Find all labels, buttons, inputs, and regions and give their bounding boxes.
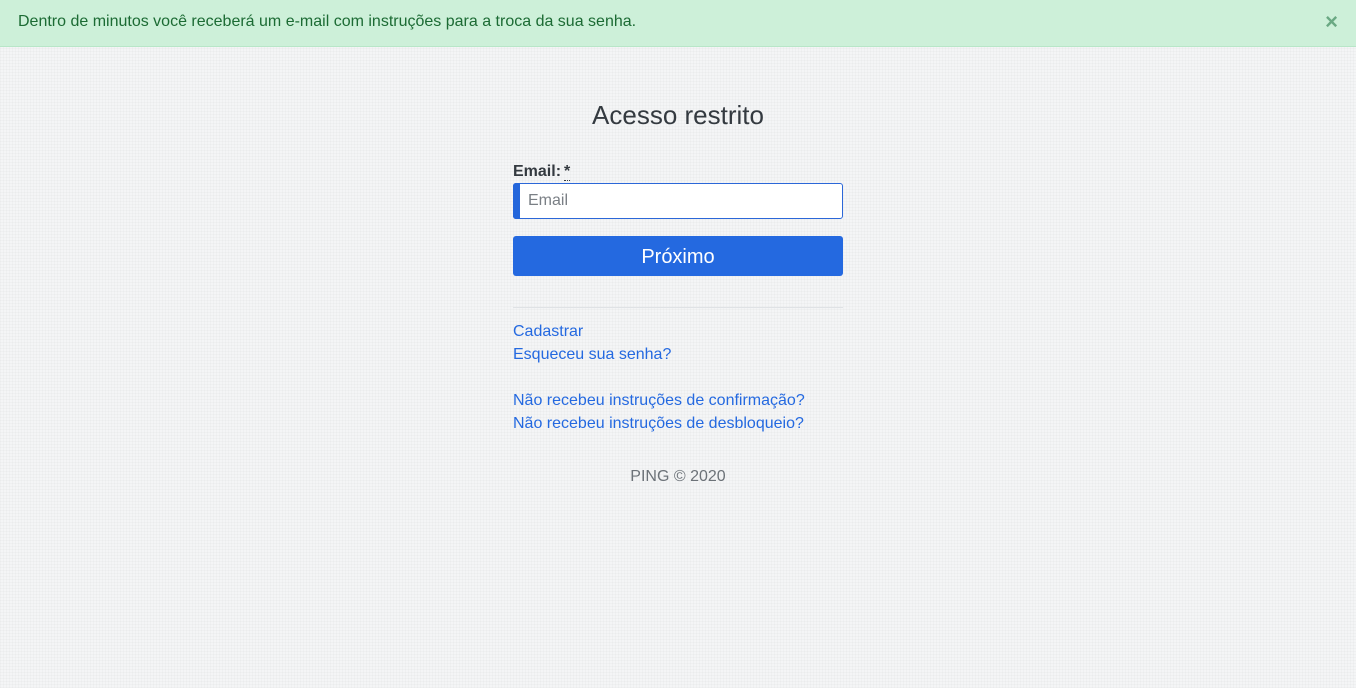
next-button[interactable]: Próximo	[513, 236, 843, 276]
close-icon[interactable]: ×	[1325, 0, 1338, 44]
login-panel: Acesso restrito Email:* Próximo Cadastra…	[513, 95, 843, 486]
flash-alert: Dentro de minutos você receberá um e-mai…	[0, 0, 1356, 47]
focus-indicator	[513, 183, 520, 219]
email-field[interactable]	[528, 192, 828, 210]
footer-copyright: PING © 2020	[630, 468, 726, 485]
links-spacer	[513, 366, 843, 389]
page-title: Acesso restrito	[592, 100, 764, 130]
forgot-password-link[interactable]: Esqueceu sua senha?	[513, 343, 843, 366]
auth-links: Cadastrar Esqueceu sua senha? Não recebe…	[513, 320, 843, 435]
email-label: Email: *	[513, 162, 843, 182]
alert-message: Dentro de minutos você receberá um e-mai…	[18, 13, 637, 30]
email-label-text: Email:	[513, 163, 562, 180]
divider	[513, 307, 843, 308]
resend-confirmation-link[interactable]: Não recebeu instruções de confirmação?	[513, 389, 843, 412]
resend-unlock-link[interactable]: Não recebeu instruções de desbloqueio?	[513, 412, 843, 435]
required-marker: *	[564, 163, 571, 181]
register-link[interactable]: Cadastrar	[513, 320, 843, 343]
email-field-wrapper	[513, 183, 843, 219]
